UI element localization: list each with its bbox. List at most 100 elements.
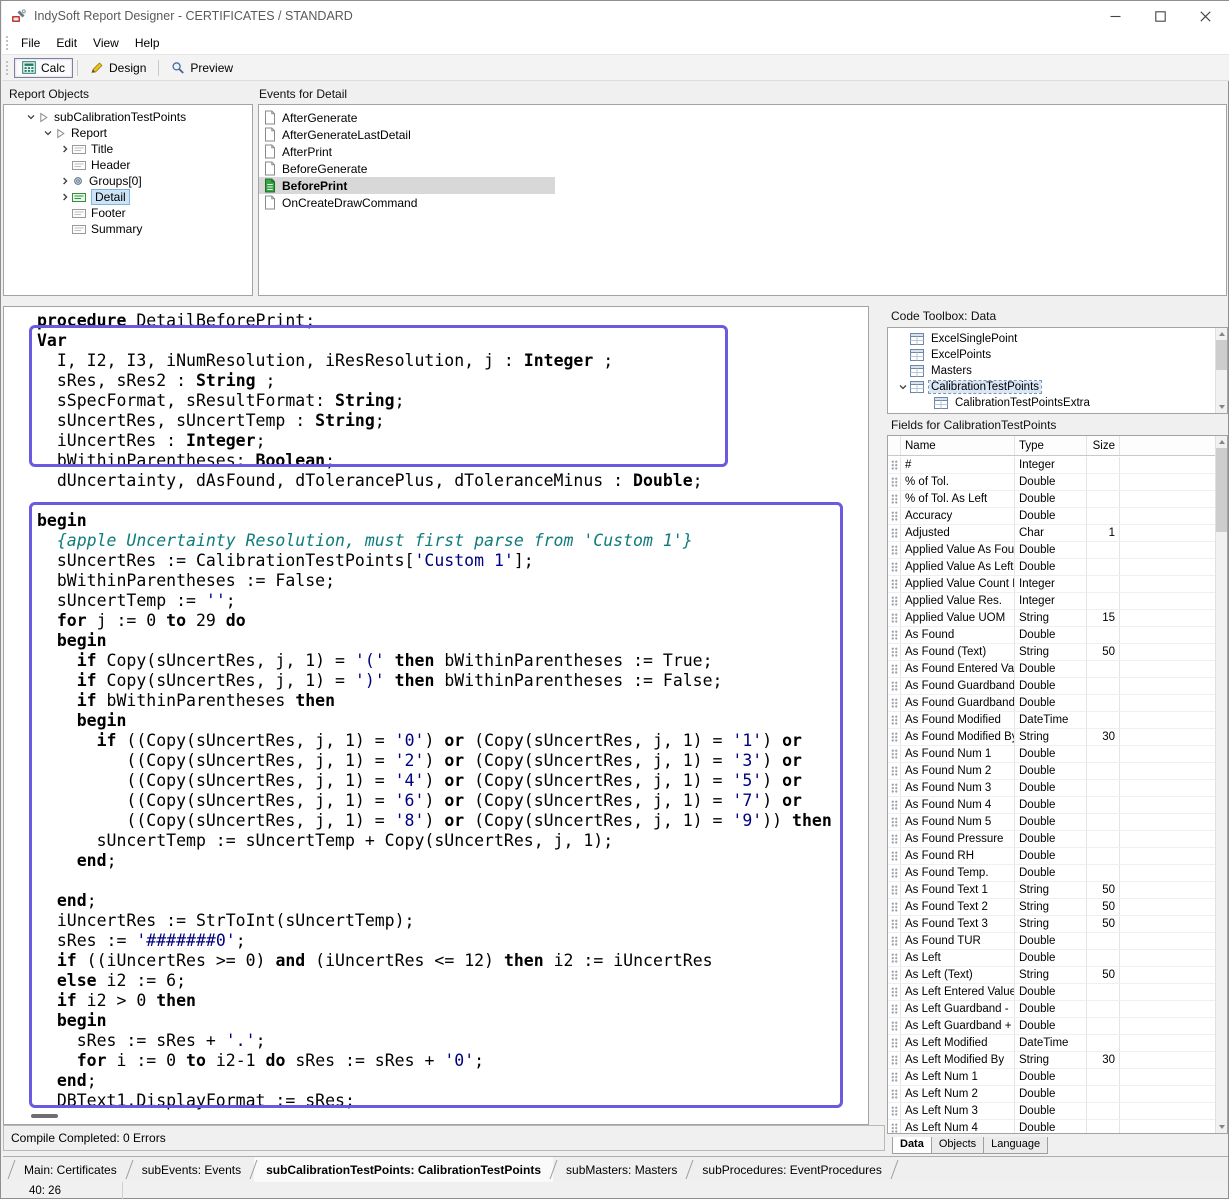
menu-edit[interactable]: Edit <box>48 33 85 53</box>
editor-hscroll-thumb[interactable] <box>31 1114 58 1118</box>
tree-item-footer[interactable]: Footer <box>4 205 252 221</box>
window-minimize-button[interactable] <box>1093 1 1138 31</box>
drag-handle-icon[interactable] <box>888 797 901 813</box>
event-item-aftergeneratelastdetail[interactable]: AfterGenerateLastDetail <box>259 126 555 143</box>
scroll-down-icon[interactable] <box>1216 401 1227 413</box>
page-tab-subcalibrationtestpoints-calibrationtestpoints[interactable]: subCalibrationTestPoints: CalibrationTes… <box>254 1157 553 1182</box>
field-row-as-found-guardband[interactable]: As Found Guardband +Double <box>888 695 1215 712</box>
field-row-as-left-num-2[interactable]: As Left Num 2Double <box>888 1086 1215 1103</box>
field-row-applied-value-count-b[interactable]: Applied Value Count BInteger <box>888 576 1215 593</box>
toolbox-item-excelpoints[interactable]: ExcelPoints <box>888 347 1227 363</box>
field-row-as-found-modified-by[interactable]: As Found Modified ByString30 <box>888 729 1215 746</box>
drag-handle-icon[interactable] <box>888 729 901 745</box>
field-row-applied-value-as-left[interactable]: Applied Value As LeftDouble <box>888 559 1215 576</box>
toolbox-item-masters[interactable]: Masters <box>888 363 1227 379</box>
fields-grid[interactable]: NameTypeSize #Integer% of Tol.Double% of… <box>887 435 1228 1134</box>
drag-handle-icon[interactable] <box>888 1001 901 1017</box>
column-header-size[interactable]: Size <box>1087 436 1120 455</box>
drag-handle-icon[interactable] <box>888 627 901 643</box>
drag-handle-icon[interactable] <box>888 542 901 558</box>
drag-handle-icon[interactable] <box>888 661 901 677</box>
column-header-name[interactable]: Name <box>901 436 1015 455</box>
tree-item-report[interactable]: Report <box>4 125 252 141</box>
drag-handle-icon[interactable] <box>888 559 901 575</box>
field-row-as-found-num-5[interactable]: As Found Num 5Double <box>888 814 1215 831</box>
toolbar-tab-design[interactable]: Design <box>82 58 154 78</box>
field-row-accuracy[interactable]: AccuracyDouble <box>888 508 1215 525</box>
field-row-as-left-guardband[interactable]: As Left Guardband +Double <box>888 1018 1215 1035</box>
events-list[interactable]: AfterGenerateAfterGenerateLastDetailAfte… <box>258 104 1227 296</box>
field-row-as-found-text-3[interactable]: As Found Text 3String50 <box>888 916 1215 933</box>
field-row-as-found-rh[interactable]: As Found RHDouble <box>888 848 1215 865</box>
column-header-type[interactable]: Type <box>1015 436 1087 455</box>
field-row-as-found-temp[interactable]: As Found Temp.Double <box>888 865 1215 882</box>
tree-item-groups-0[interactable]: Groups[0] <box>4 173 252 189</box>
field-row-as-found-pressure[interactable]: As Found PressureDouble <box>888 831 1215 848</box>
field-row-as-left-text[interactable]: As Left (Text)String50 <box>888 967 1215 984</box>
drag-handle-icon[interactable] <box>888 610 901 626</box>
field-row-as-left[interactable]: As LeftDouble <box>888 950 1215 967</box>
menu-file[interactable]: File <box>13 33 48 53</box>
field-row-adjusted[interactable]: AdjustedChar1 <box>888 525 1215 542</box>
drag-handle-icon[interactable] <box>888 1086 901 1102</box>
toolbox-item-excelsinglepoint[interactable]: ExcelSinglePoint <box>888 331 1227 347</box>
page-tab-subprocedures-eventprocedures[interactable]: subProcedures: EventProcedures <box>690 1157 893 1182</box>
drag-handle-icon[interactable] <box>888 848 901 864</box>
scroll-thumb[interactable] <box>1216 340 1227 370</box>
toolbox-item-calibrationtestpointsextra[interactable]: CalibrationTestPointsExtra <box>888 395 1227 411</box>
drag-handle-icon[interactable] <box>888 865 901 881</box>
field-row-[interactable]: #Integer <box>888 457 1215 474</box>
tree-item-subcalibrationtestpoints[interactable]: subCalibrationTestPoints <box>4 109 252 125</box>
drag-handle-icon[interactable] <box>888 1018 901 1034</box>
field-row-as-left-modified-by[interactable]: As Left Modified ByString30 <box>888 1052 1215 1069</box>
drag-handle-icon[interactable] <box>888 814 901 830</box>
event-item-aftergenerate[interactable]: AfterGenerate <box>259 109 555 126</box>
field-row-as-found-text-2[interactable]: As Found Text 2String50 <box>888 899 1215 916</box>
drag-handle-icon[interactable] <box>888 1035 901 1051</box>
page-tab-main-certificates[interactable]: Main: Certificates <box>12 1157 129 1182</box>
toolbox-tab-language[interactable]: Language <box>983 1137 1048 1154</box>
field-row-as-left-num-1[interactable]: As Left Num 1Double <box>888 1069 1215 1086</box>
field-row-as-found-entered-value[interactable]: As Found Entered ValueDouble <box>888 661 1215 678</box>
event-item-afterprint[interactable]: AfterPrint <box>259 143 555 160</box>
field-row-applied-value-res[interactable]: Applied Value Res.Integer <box>888 593 1215 610</box>
scroll-thumb[interactable] <box>1216 448 1227 532</box>
fields-scrollbar[interactable] <box>1215 436 1227 1133</box>
drag-handle-icon[interactable] <box>888 933 901 949</box>
field-row-applied-value-uom[interactable]: Applied Value UOMString15 <box>888 610 1215 627</box>
drag-handle-icon[interactable] <box>888 474 901 490</box>
drag-handle-icon[interactable] <box>888 746 901 762</box>
toolbox-item-calibrationtestpoints[interactable]: CalibrationTestPoints <box>888 379 1227 395</box>
field-row-as-left-num-3[interactable]: As Left Num 3Double <box>888 1103 1215 1120</box>
field-row-as-left-modified[interactable]: As Left ModifiedDateTime <box>888 1035 1215 1052</box>
field-row-of-tol-as-left[interactable]: % of Tol. As LeftDouble <box>888 491 1215 508</box>
field-row-as-found-num-1[interactable]: As Found Num 1Double <box>888 746 1215 763</box>
drag-handle-icon[interactable] <box>888 712 901 728</box>
drag-handle-icon[interactable] <box>888 967 901 983</box>
field-row-as-left-num-4[interactable]: As Left Num 4Double <box>888 1120 1215 1133</box>
drag-handle-icon[interactable] <box>888 695 901 711</box>
tree-item-summary[interactable]: Summary <box>4 221 252 237</box>
drag-handle-icon[interactable] <box>888 457 901 473</box>
code-editor[interactable]: procedure DetailBeforePrint;Var I, I2, I… <box>3 306 869 1125</box>
field-row-as-found-text[interactable]: As Found (Text)String50 <box>888 644 1215 661</box>
scroll-up-icon[interactable] <box>1216 328 1227 340</box>
tree-item-title[interactable]: Title <box>4 141 252 157</box>
drag-handle-icon[interactable] <box>888 882 901 898</box>
menubar-grip-icon[interactable] <box>5 35 9 50</box>
drag-handle-icon[interactable] <box>888 593 901 609</box>
field-row-applied-value-as-found[interactable]: Applied Value As FoundDouble <box>888 542 1215 559</box>
toolbar-grip-icon[interactable] <box>5 60 9 75</box>
field-row-as-found-guardband[interactable]: As Found Guardband -Double <box>888 678 1215 695</box>
drag-handle-icon[interactable] <box>888 916 901 932</box>
scroll-up-icon[interactable] <box>1216 436 1227 448</box>
field-row-as-found-num-4[interactable]: As Found Num 4Double <box>888 797 1215 814</box>
tree-item-header[interactable]: Header <box>4 157 252 173</box>
event-item-oncreatedrawcommand[interactable]: OnCreateDrawCommand <box>259 194 555 211</box>
window-close-button[interactable] <box>1183 1 1228 31</box>
drag-handle-icon[interactable] <box>888 780 901 796</box>
field-row-as-found-num-3[interactable]: As Found Num 3Double <box>888 780 1215 797</box>
drag-handle-icon[interactable] <box>888 508 901 524</box>
drag-handle-icon[interactable] <box>888 678 901 694</box>
drag-handle-icon[interactable] <box>888 950 901 966</box>
